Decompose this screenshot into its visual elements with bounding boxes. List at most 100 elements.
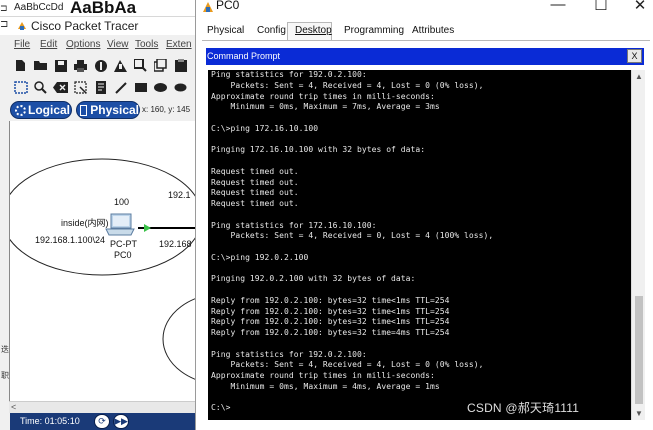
new-file-icon[interactable]	[13, 58, 28, 73]
left-edge-strip: 迭 职	[0, 121, 9, 401]
terminal-line: Ping statistics for 192.0.2.100:	[211, 70, 367, 79]
pc0-tab-bar: Physical Config Desktop Programming Attr…	[196, 19, 653, 41]
draw-line-icon[interactable]	[113, 80, 128, 95]
note-icon[interactable]	[93, 80, 108, 95]
terminal-line: Reply from 192.0.2.100: bytes=32 time<1m…	[211, 295, 450, 305]
pc0-titlebar: PC0 — ☐ ✕	[196, 0, 653, 19]
style-sample-small[interactable]: AaBbCcDd	[14, 2, 63, 13]
router-ip-label-right: 192.168	[159, 239, 192, 249]
terminal-line: Request timed out.	[211, 166, 299, 176]
physical-icon	[80, 104, 88, 116]
terminal-line: Request timed out.	[211, 177, 299, 187]
copy-icon[interactable]	[153, 58, 168, 73]
zoom-icon[interactable]	[133, 58, 148, 73]
ellipse-icon[interactable]	[153, 80, 168, 95]
word-edge-glyph: ⊐	[0, 3, 8, 13]
menu-view[interactable]: View	[107, 39, 129, 50]
tab-config[interactable]: Config	[257, 25, 286, 36]
scroll-left-icon[interactable]: <	[11, 402, 16, 412]
terminal-line: Reply from 192.0.2.100: bytes=32 time=4m…	[211, 328, 450, 337]
paste-icon[interactable]	[173, 58, 188, 73]
terminal-line: Packets: Sent = 4, Received = 4, Lost = …	[211, 80, 484, 90]
command-prompt-close-button[interactable]: X	[627, 49, 642, 63]
router-ip-label-top: 192.1	[168, 190, 191, 200]
physical-view-button[interactable]: Physical	[76, 101, 140, 119]
logical-view-button[interactable]: Logical	[10, 101, 72, 119]
terminal-line: Request timed out.	[211, 188, 299, 198]
save-icon[interactable]	[53, 58, 68, 73]
tab-divider	[202, 40, 650, 41]
scroll-up-icon[interactable]: ▲	[635, 72, 643, 81]
menu-tools[interactable]: Tools	[135, 39, 158, 50]
terminal-line: Pinging 172.16.10.100 with 32 bytes of d…	[211, 145, 426, 155]
terminal-line: Reply from 192.0.2.100: bytes=32 time<1m…	[211, 306, 450, 316]
terminal-line: Packets: Sent = 4, Received = 4, Lost = …	[211, 360, 484, 370]
fast-forward-icon[interactable]: ▶▶	[113, 414, 129, 429]
terminal-vertical-scrollbar[interactable]: ▲ ▼	[631, 70, 645, 420]
simulation-time: Time: 01:05:10	[20, 416, 80, 426]
select-icon[interactable]	[13, 80, 28, 95]
menu-extensions[interactable]: Exten	[166, 39, 192, 50]
cisco-logo-icon	[17, 21, 27, 31]
csdn-watermark: CSDN @郝天琦1111	[467, 401, 580, 415]
side-glyph-1: 迭	[1, 345, 9, 354]
minimize-icon[interactable]: —	[549, 0, 567, 13]
pt-app-title: Cisco Packet Tracer	[31, 19, 139, 33]
tab-attributes[interactable]: Attributes	[412, 25, 454, 36]
maximize-icon[interactable]: ☐	[592, 0, 610, 14]
search-icon[interactable]	[33, 80, 48, 95]
menu-edit[interactable]: Edit	[40, 39, 57, 50]
tab-physical[interactable]: Physical	[207, 25, 244, 36]
command-prompt-title: Command Prompt	[207, 51, 281, 61]
inside-network-label: inside(内网)	[61, 218, 109, 228]
terminal-line: Reply from 192.0.2.100: bytes=32 time<1m…	[211, 317, 450, 327]
terminal-line: Ping statistics for 192.0.2.100:	[211, 349, 367, 359]
packet-tracer-window: ⊐ AaBbCcDd AaBbAa ⊐ Cisco Packet Tracer …	[0, 0, 195, 430]
rectangle-icon[interactable]	[133, 80, 148, 95]
print-icon[interactable]	[73, 58, 88, 73]
terminal-line: Ping statistics for 172.16.10.100:	[211, 220, 377, 230]
terminal-line: Minimum = 0ms, Maximum = 4ms, Average = …	[211, 381, 440, 391]
freeform-icon[interactable]	[173, 80, 188, 95]
pc0-window: PC0 — ☐ ✕ Physical Config Desktop Progra…	[195, 0, 653, 430]
canvas-horizontal-scrollbar[interactable]: <	[9, 401, 195, 413]
workspace-bar: Logical Physical x: 160, y: 145	[0, 99, 195, 121]
resize-icon[interactable]	[73, 80, 88, 95]
pt-titlebar: ⊐ Cisco Packet Tracer	[0, 17, 195, 35]
logical-workspace-canvas[interactable]: 100 192.1 inside(内网) 192.168.1.100\24 PC…	[9, 121, 195, 401]
realtime-status-bar: Time: 01:05:10 ⟳ ▶▶	[10, 413, 195, 430]
command-prompt-terminal[interactable]: Ping statistics for 192.0.2.100: Packets…	[208, 70, 631, 420]
link-status-indicator	[144, 224, 151, 232]
scroll-down-icon[interactable]: ▼	[635, 409, 643, 418]
scrollbar-thumb[interactable]	[635, 296, 643, 404]
pc0-window-title: PC0	[216, 0, 240, 12]
word-style-strip: ⊐ AaBbCcDd AaBbAa	[0, 0, 195, 17]
pc0-device-icon	[105, 213, 135, 236]
power-cycle-icon[interactable]: ⟳	[94, 414, 110, 429]
network-info-icon[interactable]	[113, 58, 128, 73]
terminal-line: Pinging 192.0.2.100 with 32 bytes of dat…	[211, 274, 416, 284]
pt-toolbar-tools	[0, 77, 195, 99]
tab-desktop[interactable]: Desktop	[295, 25, 332, 36]
close-icon[interactable]: ✕	[631, 0, 649, 14]
open-folder-icon[interactable]	[33, 58, 48, 73]
pt-menubar: File Edit Options View Tools Exten	[0, 36, 195, 54]
style-sample-big[interactable]: AaBbAa	[70, 0, 136, 18]
terminal-line: Request timed out.	[211, 199, 299, 208]
delete-icon[interactable]	[53, 80, 68, 95]
tab-programming[interactable]: Programming	[344, 25, 404, 36]
activity-wizard-icon[interactable]	[93, 58, 108, 73]
menu-file[interactable]: File	[14, 39, 30, 50]
pt-toolbar-main	[0, 55, 195, 77]
pc0-model-label: PC-PT	[110, 239, 137, 249]
menu-options[interactable]: Options	[66, 39, 100, 50]
outside-network-ellipse	[162, 298, 195, 380]
logical-label: Logical	[28, 103, 71, 117]
